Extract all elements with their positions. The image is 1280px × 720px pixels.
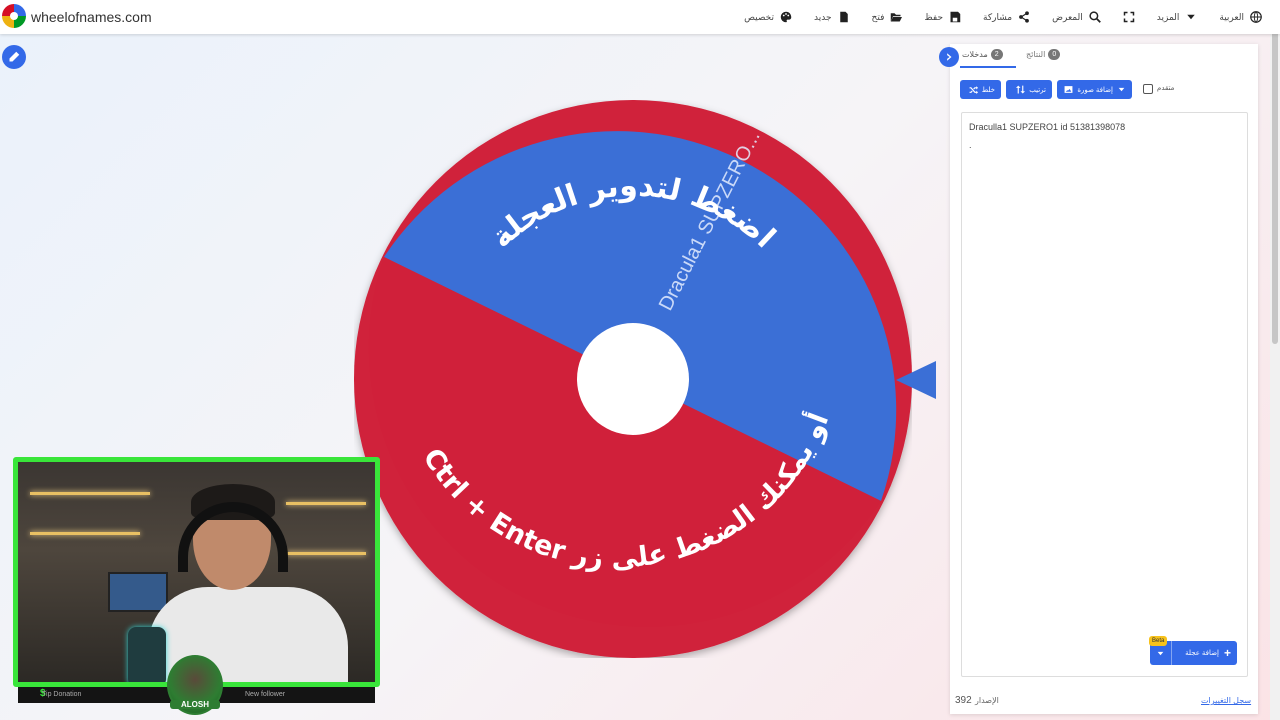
- tab-entries[interactable]: 2 مدخلات: [962, 49, 1003, 60]
- add-image-button[interactable]: إضافة صورة: [1057, 80, 1132, 99]
- palette-icon: [780, 11, 792, 23]
- entries-count-badge: 2: [990, 49, 1003, 60]
- led-shelf: [30, 492, 150, 495]
- tab-results[interactable]: 0 النتائج: [1026, 49, 1061, 60]
- nav-gallery[interactable]: المعرض: [1052, 11, 1101, 23]
- site-name[interactable]: wheelofnames.com: [31, 9, 152, 25]
- changelog-link[interactable]: سجل التغييرات: [1201, 696, 1251, 705]
- led-shelf: [286, 502, 366, 505]
- nav-more-label: المزيد: [1156, 11, 1180, 22]
- image-icon: [1064, 86, 1073, 93]
- chevron-right-icon: [947, 53, 952, 61]
- add-image-label: إضافة صورة: [1077, 86, 1113, 94]
- nav-open-label: فتح: [871, 11, 885, 22]
- nav-share[interactable]: مشاركة: [983, 11, 1030, 23]
- save-icon: [950, 11, 961, 23]
- fullscreen-icon: [1123, 11, 1134, 23]
- tip-donation-label: Tip Donation: [42, 691, 82, 698]
- shuffle-button[interactable]: خلط: [960, 80, 1001, 99]
- top-bar: wheelofnames.com العربية المزيد المعرض م…: [0, 0, 1280, 34]
- webcam-overlay: [13, 457, 380, 687]
- share-icon: [1019, 11, 1029, 23]
- add-wheel-main[interactable]: + إضافة عجلة: [1172, 646, 1237, 660]
- caret-down-icon: [1187, 14, 1196, 20]
- new-follower-label: New follower: [245, 691, 286, 698]
- wheel-svg[interactable]: Dracula1 SUPZERO... اضغط لتدوير العجلة أ…: [354, 100, 912, 658]
- wheel[interactable]: Dracula1 SUPZERO... اضغط لتدوير العجلة أ…: [354, 100, 912, 658]
- microphone-icon: [128, 627, 166, 682]
- caret-down-icon: [1118, 87, 1125, 92]
- results-count-badge: 0: [1048, 49, 1061, 60]
- version-number: 392: [955, 695, 972, 706]
- led-shelf: [30, 532, 140, 535]
- nav-customize[interactable]: تخصيص: [744, 11, 792, 23]
- nav-save-label: حفظ: [924, 11, 944, 22]
- nav-customize-label: تخصيص: [744, 11, 775, 22]
- panel-tabs: 2 مدخلات 0 النتائج: [958, 46, 1088, 68]
- search-icon: [1089, 11, 1101, 23]
- nav-new-label: جديد: [814, 11, 832, 22]
- hide-panel-button[interactable]: [939, 47, 959, 67]
- shuffle-button-label: خلط: [981, 86, 995, 94]
- tab-results-label: النتائج: [1026, 50, 1046, 59]
- nav-language-label: العربية: [1219, 11, 1244, 22]
- nav-share-label: مشاركة: [983, 11, 1013, 22]
- pencil-icon: [9, 51, 20, 62]
- nav-open[interactable]: فتح: [872, 11, 903, 23]
- streamer-badge-label: ALOSH: [170, 700, 220, 709]
- nav-save[interactable]: حفظ: [924, 11, 961, 23]
- nav-language[interactable]: العربية: [1219, 11, 1262, 23]
- scrollbar-thumb[interactable]: [1272, 4, 1278, 344]
- led-shelf: [286, 552, 366, 555]
- plus-icon: +: [1223, 646, 1231, 660]
- folder-open-icon: [891, 13, 903, 22]
- sort-icon: [1016, 85, 1026, 94]
- advanced-checkbox[interactable]: [1143, 84, 1153, 94]
- beta-badge: Beta: [1149, 636, 1168, 646]
- entry-line: Draculla1 SUPZERO1 id 51381398078: [969, 122, 1126, 132]
- new-file-icon: [839, 11, 848, 23]
- wheel-center[interactable]: [577, 323, 689, 435]
- wheel-pointer-icon: [896, 361, 936, 399]
- nav-gallery-label: المعرض: [1052, 11, 1083, 22]
- site-logo-icon[interactable]: [2, 4, 26, 28]
- nav-new[interactable]: جديد: [814, 11, 850, 23]
- webcam-monitor: [108, 572, 168, 612]
- add-wheel-label: إضافة عجلة: [1185, 650, 1219, 657]
- shuffle-icon: [969, 86, 978, 94]
- top-nav: العربية المزيد المعرض مشاركة حفظ فتح جدي…: [744, 0, 1262, 34]
- caret-down-icon: [1157, 651, 1164, 655]
- sort-button[interactable]: ترتيب: [1006, 80, 1052, 99]
- edit-title-button[interactable]: [2, 45, 26, 69]
- active-tab-indicator: [960, 66, 1016, 68]
- entry-line: .: [969, 140, 972, 150]
- tab-entries-label: مدخلات: [962, 50, 988, 59]
- globe-icon: [1250, 11, 1262, 23]
- sort-button-label: ترتيب: [1029, 86, 1046, 94]
- nav-fullscreen[interactable]: [1123, 11, 1135, 23]
- nav-more[interactable]: المزيد: [1157, 11, 1198, 23]
- entries-textarea[interactable]: Draculla1 SUPZERO1 id 51381398078 .: [961, 112, 1248, 677]
- advanced-label: متقدم: [1157, 85, 1175, 92]
- version-label: الإصدار: [975, 696, 999, 705]
